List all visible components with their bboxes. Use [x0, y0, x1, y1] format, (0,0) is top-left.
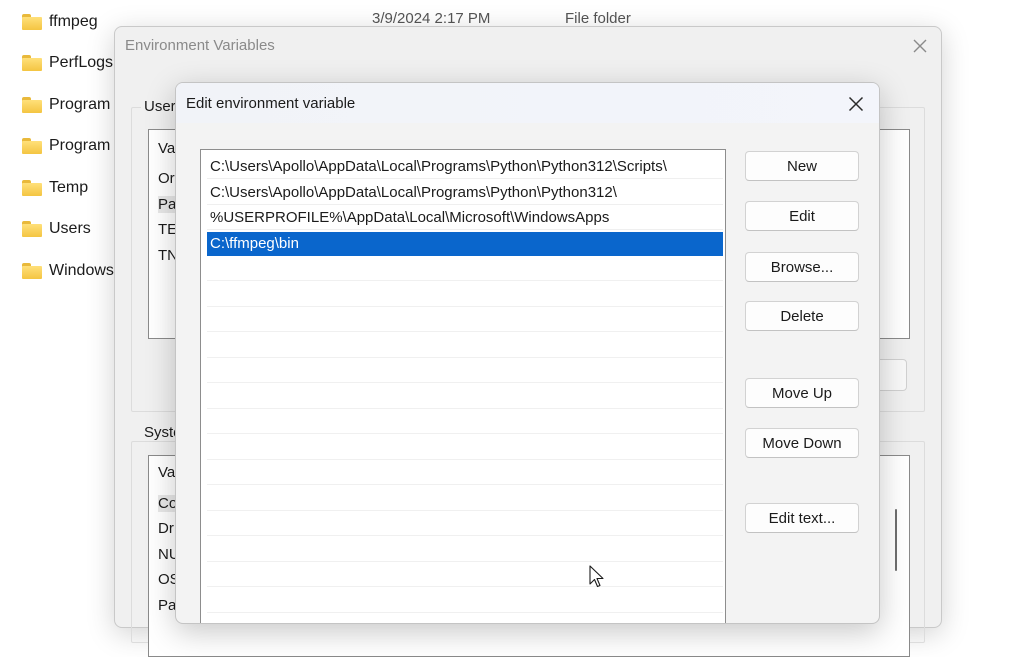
- path-list[interactable]: C:\Users\Apollo\AppData\Local\Programs\P…: [200, 149, 726, 623]
- empty-path-row[interactable]: [207, 359, 723, 383]
- empty-path-row[interactable]: [207, 538, 723, 562]
- folder-name: Temp: [49, 179, 89, 196]
- folder-name: Program: [49, 137, 111, 154]
- date-modified: 3/9/2024 2:17 PM: [372, 10, 491, 27]
- edit-text-button[interactable]: Edit text...: [745, 503, 859, 533]
- path-entry[interactable]: C:\Users\Apollo\AppData\Local\Programs\P…: [207, 181, 723, 205]
- close-button[interactable]: [843, 91, 869, 117]
- folder-name: ffmpeg: [49, 13, 98, 30]
- folder-icon: [22, 14, 42, 30]
- move-down-button[interactable]: Move Down: [745, 428, 859, 458]
- empty-path-row[interactable]: [207, 410, 723, 434]
- folder-item[interactable]: ffmpeg: [22, 10, 98, 34]
- empty-path-row[interactable]: [207, 563, 723, 587]
- edit-environment-variable-dialog: Edit environment variable C:\Users\Apoll…: [175, 82, 880, 624]
- folder-item[interactable]: Windows: [22, 259, 114, 283]
- folder-icon: [22, 180, 42, 196]
- empty-path-row[interactable]: [207, 487, 723, 511]
- empty-path-row[interactable]: [207, 436, 723, 460]
- folder-item[interactable]: Temp: [22, 176, 88, 200]
- folder-icon: [22, 55, 42, 71]
- dialog-title: Environment Variables: [125, 37, 275, 54]
- close-icon: [913, 39, 927, 53]
- folder-name: PerfLogs: [49, 54, 114, 71]
- empty-path-row[interactable]: [207, 512, 723, 536]
- browse-button[interactable]: Browse...: [745, 252, 859, 282]
- user-variables-label: User: [141, 98, 179, 115]
- mouse-cursor-icon: [589, 565, 604, 588]
- folder-icon: [22, 263, 42, 279]
- delete-button[interactable]: Delete: [745, 301, 859, 331]
- folder-name: Program: [49, 96, 111, 113]
- folder-name: Users: [49, 220, 91, 237]
- path-entry[interactable]: C:\Users\Apollo\AppData\Local\Programs\P…: [207, 155, 723, 179]
- path-entry[interactable]: C:\ffmpeg\bin: [207, 231, 723, 256]
- folder-icon: [22, 138, 42, 154]
- folder-name: Windows: [49, 262, 114, 279]
- list-item[interactable]: Or: [158, 170, 175, 187]
- list-item[interactable]: Pa: [158, 196, 177, 213]
- close-button[interactable]: [909, 35, 931, 57]
- folder-item[interactable]: Program: [22, 93, 110, 117]
- file-type: File folder: [565, 10, 631, 27]
- list-header: Va: [158, 140, 176, 157]
- empty-path-row[interactable]: [207, 461, 723, 485]
- scrollbar-thumb[interactable]: [895, 509, 897, 571]
- new-button[interactable]: New: [745, 151, 859, 181]
- dialog-title: Edit environment variable: [186, 95, 356, 112]
- path-entry[interactable]: %USERPROFILE%\AppData\Local\Microsoft\Wi…: [207, 206, 723, 230]
- folder-icon: [22, 221, 42, 237]
- list-header: Va: [158, 464, 176, 481]
- folder-item[interactable]: PerfLogs: [22, 51, 113, 75]
- empty-path-row[interactable]: [207, 283, 723, 307]
- empty-path-row[interactable]: [207, 308, 723, 332]
- close-icon: [848, 96, 864, 112]
- empty-path-row[interactable]: [207, 385, 723, 409]
- folder-item[interactable]: Program: [22, 134, 110, 158]
- list-item[interactable]: Dr: [158, 520, 174, 537]
- empty-path-row[interactable]: [207, 614, 723, 623]
- folder-item[interactable]: Users: [22, 217, 91, 241]
- empty-path-row[interactable]: [207, 334, 723, 358]
- move-up-button[interactable]: Move Up: [745, 378, 859, 408]
- empty-path-row[interactable]: [207, 257, 723, 281]
- list-item[interactable]: Pa: [158, 597, 176, 614]
- folder-icon: [22, 97, 42, 113]
- edit-button[interactable]: Edit: [745, 201, 859, 231]
- empty-path-row[interactable]: [207, 589, 723, 613]
